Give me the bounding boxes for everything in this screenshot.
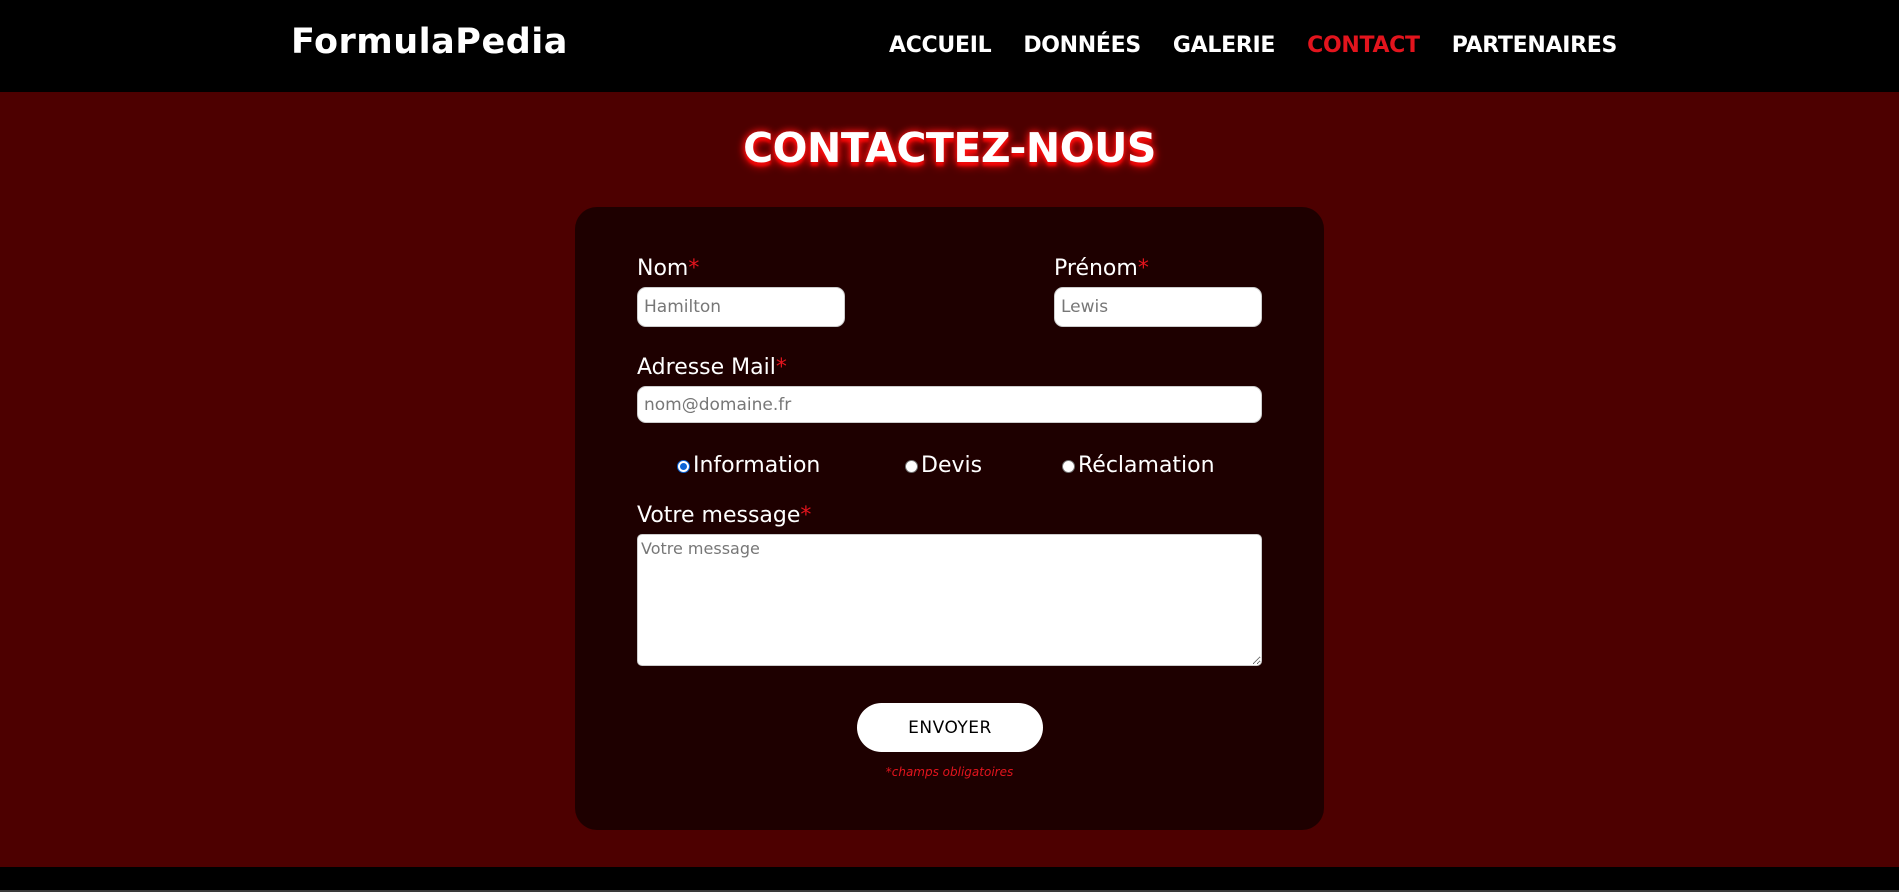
message-label: Votre message*	[637, 502, 811, 530]
nav-item-contact[interactable]: CONTACT	[1307, 30, 1420, 62]
nav-item-partenaires[interactable]: PARTENAIRES	[1452, 30, 1618, 62]
message-textarea[interactable]	[637, 534, 1262, 666]
nom-label: Nom*	[637, 255, 699, 283]
radio-information-label: Information	[693, 453, 821, 478]
prenom-label-text: Prénom	[1054, 256, 1138, 281]
main-nav: ACCUEIL DONNÉES GALERIE CONTACT PARTENAI…	[889, 30, 1617, 62]
radio-reclamation-label: Réclamation	[1078, 453, 1215, 478]
radio-devis-control[interactable]	[905, 459, 918, 473]
nom-label-text: Nom	[637, 256, 689, 281]
required-asterisk: *	[688, 256, 700, 281]
radio-reclamation-control[interactable]	[1062, 459, 1075, 473]
required-fields-note: *champs obligatoires	[885, 765, 1014, 779]
nom-input[interactable]	[637, 287, 845, 327]
page-title: CONTACTEZ-NOUS	[743, 124, 1156, 172]
prenom-label: Prénom*	[1054, 255, 1149, 283]
subject-radio-group: Information Devis Réclamation	[575, 452, 1324, 484]
nav-item-galerie[interactable]: GALERIE	[1173, 30, 1275, 62]
site-footer	[0, 867, 1899, 892]
prenom-input[interactable]	[1054, 287, 1262, 327]
email-label: Adresse Mail*	[637, 354, 787, 382]
required-asterisk: *	[800, 503, 812, 528]
required-asterisk: *	[775, 355, 787, 380]
site-header: FormulaPedia ACCUEIL DONNÉES GALERIE CON…	[0, 0, 1899, 92]
radio-devis-label: Devis	[921, 453, 983, 478]
submit-button[interactable]: ENVOYER	[857, 703, 1043, 752]
site-logo[interactable]: FormulaPedia	[291, 20, 568, 64]
email-label-text: Adresse Mail	[637, 355, 776, 380]
message-label-text: Votre message	[637, 503, 801, 528]
email-input[interactable]	[637, 386, 1262, 423]
radio-information-control[interactable]	[677, 459, 690, 473]
radio-information[interactable]: Information	[677, 452, 820, 480]
nav-item-accueil[interactable]: ACCUEIL	[889, 30, 992, 62]
radio-reclamation[interactable]: Réclamation	[1062, 452, 1215, 480]
radio-devis[interactable]: Devis	[905, 452, 982, 480]
required-asterisk: *	[1137, 256, 1149, 281]
nav-item-donnees[interactable]: DONNÉES	[1023, 30, 1141, 62]
